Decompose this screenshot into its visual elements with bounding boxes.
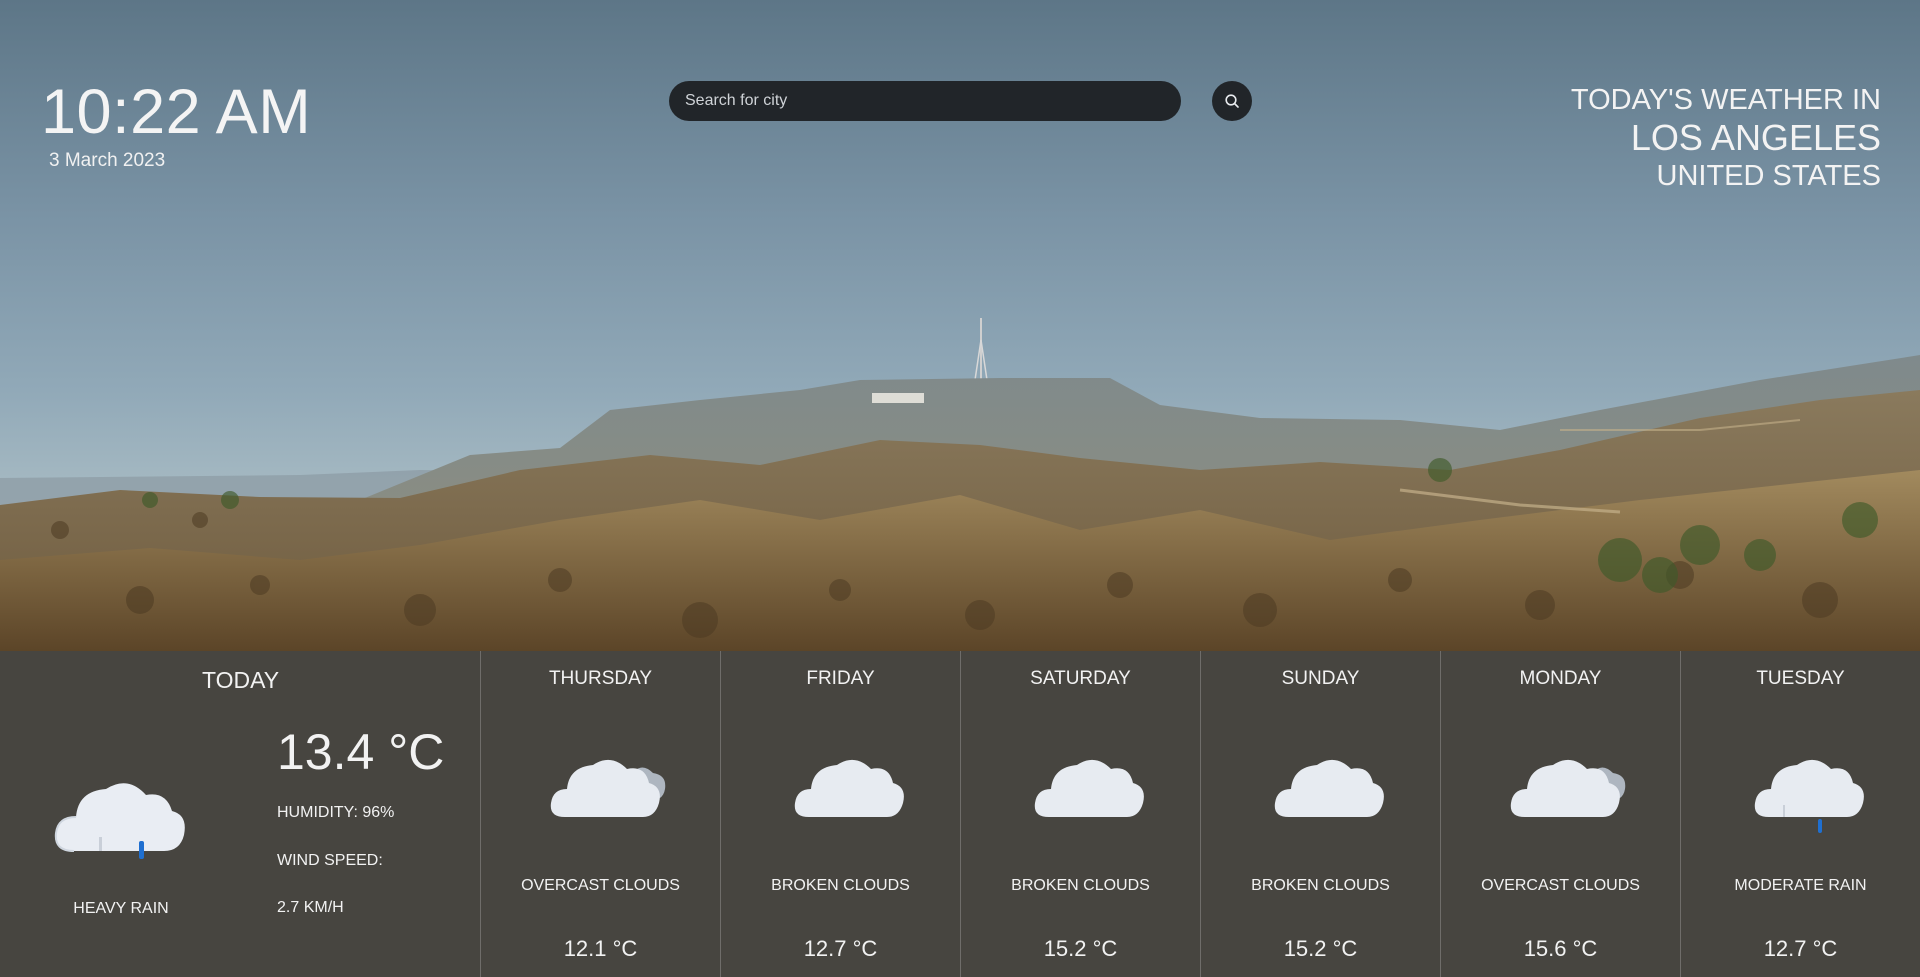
today-temperature: 13.4 °C — [277, 724, 445, 780]
day-description: BROKEN CLOUDS — [1251, 877, 1390, 894]
day-name: MONDAY — [1519, 668, 1602, 689]
overcast-clouds-icon — [1509, 747, 1627, 828]
day-name: SATURDAY — [1030, 668, 1131, 689]
forecast-day-sunday: SUNDAY BROKEN CLOUDS 15.2 °C — [1201, 651, 1441, 977]
forecast-day-monday: MONDAY OVERCAST CLOUDS 15.6 °C — [1441, 651, 1681, 977]
today-wind-label: WIND SPEED: — [277, 852, 383, 869]
clock-block: 10:22 AM 3 March 2023 — [41, 76, 311, 172]
day-temperature: 15.6 °C — [1523, 936, 1598, 961]
heavy-rain-cloud-icon — [54, 769, 188, 874]
search-bar — [669, 81, 1252, 121]
day-name: THURSDAY — [548, 668, 653, 689]
day-name: TUESDAY — [1756, 668, 1845, 689]
current-time: 10:22 AM — [41, 77, 312, 147]
day-temperature: 15.2 °C — [1283, 936, 1358, 961]
day-description: OVERCAST CLOUDS — [521, 877, 680, 894]
search-icon — [1225, 94, 1239, 108]
forecast-day-thursday: THURSDAY OVERCAST CLOUDS 12.1 °C — [481, 651, 721, 977]
location-city: LOS ANGELES — [1630, 117, 1881, 158]
forecast-day-saturday: SATURDAY BROKEN CLOUDS 15.2 °C — [961, 651, 1201, 977]
today-humidity: HUMIDITY: 96% — [277, 804, 395, 821]
current-date: 3 March 2023 — [49, 150, 166, 171]
day-description: BROKEN CLOUDS — [1011, 877, 1150, 894]
today-description: HEAVY RAIN — [73, 900, 169, 917]
forecast-panel: TODAY HEAVY RAIN 13.4 °C HUMIDITY: 96% W… — [0, 651, 1920, 977]
day-description: MODERATE RAIN — [1734, 877, 1867, 894]
today-card: TODAY HEAVY RAIN 13.4 °C HUMIDITY: 96% W… — [0, 651, 481, 977]
day-description: OVERCAST CLOUDS — [1481, 877, 1640, 894]
cloud-icon — [1029, 747, 1147, 828]
location-country: UNITED STATES — [1656, 160, 1882, 192]
location-block: TODAY'S WEATHER IN LOS ANGELES UNITED ST… — [1571, 82, 1881, 194]
day-temperature: 15.2 °C — [1043, 936, 1118, 961]
search-input[interactable] — [669, 81, 1181, 121]
moderate-rain-cloud-icon — [1749, 747, 1867, 842]
search-button[interactable] — [1212, 81, 1252, 121]
forecast-day-friday: FRIDAY BROKEN CLOUDS 12.7 °C — [721, 651, 961, 977]
forecast-day-tuesday: TUESDAY MODERATE RAIN 12.7 °C — [1681, 651, 1920, 977]
cloud-icon — [789, 747, 907, 828]
day-temperature: 12.7 °C — [1763, 936, 1838, 961]
location-heading: TODAY'S WEATHER IN — [1570, 84, 1881, 116]
day-temperature: 12.1 °C — [563, 936, 638, 961]
overcast-clouds-icon — [549, 747, 667, 828]
cloud-icon — [1269, 747, 1387, 828]
day-description: BROKEN CLOUDS — [771, 877, 910, 894]
today-title: TODAY — [201, 667, 280, 693]
day-temperature: 12.7 °C — [803, 936, 878, 961]
day-name: SUNDAY — [1281, 668, 1360, 689]
today-wind-value: 2.7 KM/H — [277, 899, 344, 916]
day-name: FRIDAY — [806, 668, 875, 689]
